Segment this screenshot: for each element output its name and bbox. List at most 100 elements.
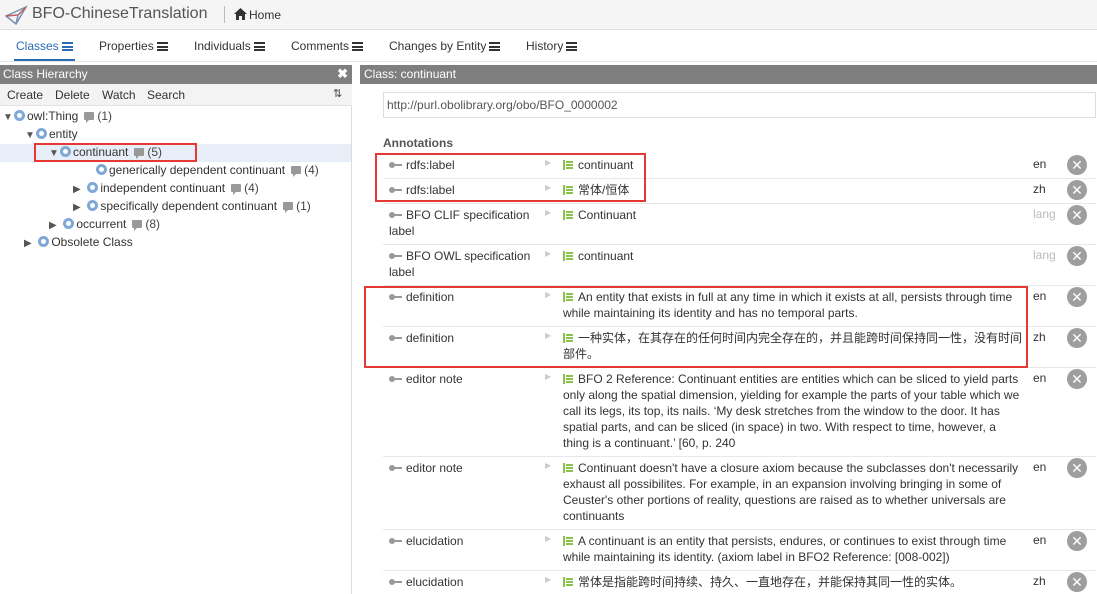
annotation-value[interactable]: continuant [578, 249, 633, 263]
tree-node-continuant[interactable]: ▼ continuant (5) [0, 144, 351, 162]
delete-annotation-button[interactable]: ✕ [1067, 369, 1087, 389]
annotation-property[interactable]: editor note [406, 372, 463, 386]
app-logo-icon[interactable] [4, 4, 28, 26]
iri-field[interactable]: http://purl.obolibrary.org/obo/BFO_00000… [383, 92, 1096, 118]
language-tag[interactable]: lang [1033, 207, 1056, 221]
delete-annotation-button[interactable]: ✕ [1067, 155, 1087, 175]
annotation-property[interactable]: elucidation [406, 575, 463, 589]
menu-icon [566, 42, 578, 51]
delete-annotation-button[interactable]: ✕ [1067, 328, 1087, 348]
comment-icon [283, 202, 294, 213]
language-tag[interactable]: en [1033, 371, 1046, 385]
delete-annotation-button[interactable]: ✕ [1067, 458, 1087, 478]
annotation-value[interactable]: A continuant is an entity that persists,… [563, 534, 1006, 564]
property-icon [389, 376, 402, 382]
arrow-icon: ▶ [545, 575, 552, 584]
delete-annotation-button[interactable]: ✕ [1067, 572, 1087, 592]
tab-classes[interactable]: Classes [14, 39, 75, 61]
annotation-value[interactable]: 常体是指能跨时间持续、持久、一直地存在，并能保持其同一性的实体。 [578, 575, 962, 589]
expanded-triangle-icon[interactable]: ▼ [3, 112, 13, 123]
search-button[interactable]: Search [147, 88, 185, 102]
annotation-property[interactable]: BFO OWL specification label [389, 249, 530, 279]
delete-annotation-button[interactable]: ✕ [1067, 205, 1087, 225]
arrow-icon: ▶ [545, 158, 552, 167]
language-tag[interactable]: en [1033, 533, 1046, 547]
menu-icon [61, 42, 73, 51]
literal-icon [563, 577, 573, 587]
tree-node-obsolete-class[interactable]: ▶ Obsolete Class [24, 235, 133, 253]
annotations-heading: Annotations [383, 136, 453, 150]
delete-annotation-button[interactable]: ✕ [1067, 246, 1087, 266]
class-icon [14, 110, 25, 121]
annotation-property[interactable]: rdfs:label [406, 183, 455, 197]
property-icon [389, 253, 402, 259]
comment-icon [134, 148, 145, 159]
sort-filter-icon[interactable]: ⇅ [333, 87, 342, 100]
language-tag[interactable]: en [1033, 460, 1046, 474]
annotation-value[interactable]: Continuant doesn't have a closure axiom … [563, 461, 1018, 523]
arrow-icon: ▶ [545, 183, 552, 192]
collapsed-triangle-icon[interactable]: ▶ [49, 220, 58, 231]
watch-button[interactable]: Watch [102, 88, 136, 102]
tree-node-label: Obsolete Class [51, 235, 133, 249]
delete-annotation-button[interactable]: ✕ [1067, 287, 1087, 307]
annotation-property[interactable]: definition [406, 290, 454, 304]
annotation-value[interactable]: 一种实体，在其存在的任何时间内完全存在的，并且能跨时间保持同一性，没有时间部件。 [563, 331, 1022, 361]
annotation-property[interactable]: elucidation [406, 534, 463, 548]
annotation-row: editor note ▶ BFO 2 Reference: Continuan… [383, 368, 1096, 457]
tab-properties[interactable]: Properties [99, 39, 168, 53]
panel-title: Class Hierarchy [3, 67, 88, 81]
close-icon[interactable]: ✖ [337, 66, 348, 82]
annotation-value[interactable]: 常体/恒体 [578, 183, 629, 197]
expanded-triangle-icon[interactable]: ▼ [49, 148, 59, 159]
annotation-value[interactable]: continuant [578, 158, 633, 172]
literal-icon [563, 160, 573, 170]
tree-node-generically-dependent-continuant[interactable]: generically dependent continuant (4) [85, 163, 319, 181]
tab-comments[interactable]: Comments [291, 39, 364, 53]
delete-annotation-button[interactable]: ✕ [1067, 531, 1087, 551]
delete-annotation-button[interactable]: ✕ [1067, 180, 1087, 200]
language-tag[interactable]: zh [1033, 330, 1046, 344]
class-icon [38, 236, 50, 247]
annotation-row: definition ▶ An entity that exists in fu… [383, 286, 1096, 327]
language-tag[interactable]: lang [1033, 248, 1056, 262]
comment-icon [132, 220, 143, 231]
tab-history[interactable]: History [526, 39, 578, 53]
tree-node-independent-continuant[interactable]: ▶ independent continuant (4) [73, 181, 259, 199]
annotation-value[interactable]: BFO 2 Reference: Continuant entities are… [563, 372, 1019, 450]
tree-node-label: owl:Thing [27, 109, 79, 123]
collapsed-triangle-icon[interactable]: ▶ [73, 202, 82, 213]
tab-label: Comments [291, 39, 350, 53]
tab-label: Properties [99, 39, 154, 53]
tree-node-owl-thing[interactable]: ▼ owl:Thing (1) [3, 109, 112, 127]
annotation-property[interactable]: editor note [406, 461, 463, 475]
collapsed-triangle-icon[interactable]: ▶ [73, 184, 82, 195]
tree-node-entity[interactable]: ▼ entity [25, 127, 78, 145]
tree-node-specifically-dependent-continuant[interactable]: ▶ specifically dependent continuant (1) [73, 199, 311, 217]
menu-icon [489, 42, 501, 51]
language-tag[interactable]: zh [1033, 182, 1046, 196]
create-button[interactable]: Create [7, 88, 43, 102]
collapsed-triangle-icon[interactable]: ▶ [24, 238, 33, 249]
top-bar: BFO-ChineseTranslation Home [0, 0, 1097, 30]
annotation-value[interactable]: Continuant [578, 208, 636, 222]
annotation-row: rdfs:label ▶ continuant en ✕ [383, 154, 1096, 179]
language-tag[interactable]: zh [1033, 574, 1046, 588]
class-icon [60, 146, 71, 157]
delete-button[interactable]: Delete [55, 88, 90, 102]
menu-icon [156, 42, 168, 51]
annotation-value[interactable]: An entity that exists in full at any tim… [563, 290, 1012, 320]
language-tag[interactable]: en [1033, 157, 1046, 171]
annotation-property[interactable]: definition [406, 331, 454, 345]
annotation-property[interactable]: rdfs:label [406, 158, 455, 172]
expanded-triangle-icon[interactable]: ▼ [25, 130, 35, 141]
tab-changes-by-entity[interactable]: Changes by Entity [389, 39, 501, 53]
tree-node-label: entity [49, 127, 78, 141]
comment-count: (4) [304, 163, 319, 177]
app-title[interactable]: BFO-ChineseTranslation [32, 5, 207, 23]
tab-individuals[interactable]: Individuals [194, 39, 265, 53]
tree-node-occurrent[interactable]: ▶ occurrent (8) [49, 217, 160, 235]
annotation-property[interactable]: BFO CLIF specification label [389, 208, 529, 238]
language-tag[interactable]: en [1033, 289, 1046, 303]
home-link[interactable]: Home [234, 8, 281, 22]
